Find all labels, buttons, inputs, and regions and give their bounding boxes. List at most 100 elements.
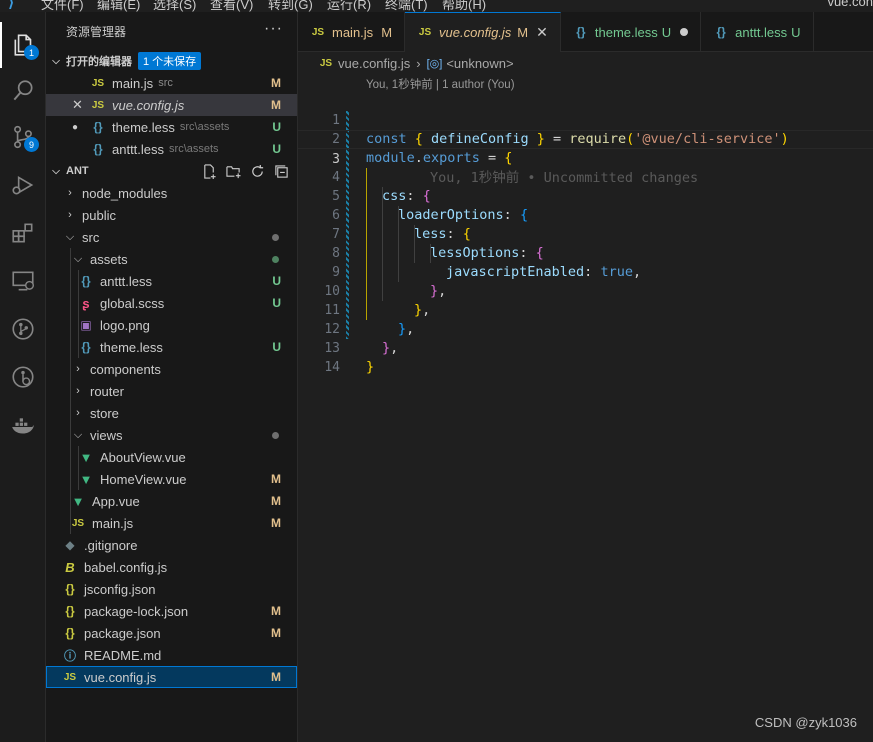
indent-guide [70,490,71,512]
project-header[interactable]: ⌵ ANT [46,160,297,182]
refresh-icon[interactable] [249,163,265,179]
tree-file-gitignore[interactable]: ◆ .gitignore [46,534,297,556]
close-icon[interactable]: ✕ [72,97,90,113]
tree-folder-views[interactable]: ⌵ views [46,424,297,446]
info-file-icon: ⓘ [63,648,76,663]
indent-guide [70,292,71,314]
tree-file-vue-config[interactable]: JS vue.config.js M [46,666,297,688]
source-control-activity[interactable]: 9 [0,114,46,160]
explorer-header: 资源管理器 ··· [46,12,297,50]
search-activity[interactable] [0,68,46,114]
tab-status: M [381,24,393,40]
less-file-icon: {} [93,120,103,134]
menu-selection[interactable]: 选择(S) [153,0,196,12]
tab-anttt-less[interactable]: {} anttt.less U [701,12,814,52]
tree-file-anttt-less[interactable]: {} anttt.less U [46,270,297,292]
tree-folder-src[interactable]: ⌵ src [46,226,297,248]
tree-folder-store[interactable]: › store [46,402,297,424]
tree-file-app-vue[interactable]: ▼ App.vue M [46,490,297,512]
unsaved-dot-icon[interactable] [680,28,689,36]
run-debug-activity[interactable] [0,162,46,208]
codelens-authors[interactable]: You, 1秒钟前 | 1 author (You) [366,76,515,92]
code-line-4: 4 css: { [298,149,873,204]
menu-go[interactable]: 转到(G) [268,0,313,12]
new-folder-icon[interactable] [225,163,241,179]
open-editor-anttt-less[interactable]: {} anttt.less src\assets U [46,138,297,160]
indent-guide [70,424,71,446]
open-editor-vue-config[interactable]: ✕ JS vue.config.js M [46,94,297,116]
open-editor-path: src\assets [169,143,219,155]
tab-theme-less[interactable]: {} theme.less U [561,12,702,52]
tree-item-label: package.json [84,625,161,641]
git-status-modified: M [271,604,281,618]
chevron-right-icon: › [68,187,72,199]
tree-file-package-lock[interactable]: {} package-lock.json M [46,600,297,622]
tree-item-label: src [82,229,100,245]
open-editor-main-js[interactable]: JS main.js src M [46,72,297,94]
tree-folder-public[interactable]: › public [46,204,297,226]
new-file-icon[interactable] [201,163,217,179]
code-line-3: 3 You, 1秒钟前 • Uncommitted changes [298,130,873,186]
tab-label: anttt.less [735,24,788,40]
tree-folder-node-modules[interactable]: › node_modules [46,182,297,204]
menu-file[interactable]: 文件(F) [41,0,84,12]
indent-guide [78,446,79,468]
code-line-8: 8 javascriptEnabled: true, [298,225,873,280]
tree-file-readme[interactable]: ⓘ README.md [46,644,297,666]
javascript-file-icon: JS [91,99,105,111]
indent-guide [78,292,79,314]
remote-explorer-activity[interactable] [0,258,46,304]
menu-edit[interactable]: 编辑(E) [97,0,140,12]
git-status-modified: M [271,626,281,640]
explorer-activity[interactable]: 1 [0,22,46,68]
collapse-all-icon[interactable] [273,163,289,179]
tree-folder-assets[interactable]: ⌵ assets [46,248,297,270]
code-line-6: 6 less: { [298,187,873,242]
explorer-sidebar: 资源管理器 ··· ⌵ 打开的编辑器 1 个未保存 JS main.js src… [46,12,298,742]
open-editor-name: vue.config.js [112,97,185,113]
tree-item-label: theme.less [100,339,163,355]
menu-help[interactable]: 帮助(H) [442,0,486,12]
tree-file-aboutview[interactable]: ▼ AboutView.vue [46,446,297,468]
code-editor[interactable]: 1 const { defineConfig } = require('@vue… [298,92,873,375]
tree-file-main-js[interactable]: JS main.js M [46,512,297,534]
gitlens-activity[interactable] [0,354,46,400]
breadcrumb-file[interactable]: vue.config.js [338,56,410,71]
tree-file-babel-config[interactable]: B babel.config.js [46,556,297,578]
menu-terminal[interactable]: 终端(T) [385,0,428,12]
docker-icon [12,418,34,434]
extensions-activity[interactable] [0,210,46,256]
project-label: ANT [66,165,89,177]
breadcrumb-symbol[interactable]: <unknown> [446,56,513,71]
menu-view[interactable]: 查看(V) [210,0,253,12]
tab-vue-config-js[interactable]: JS vue.config.js M ✕ [405,12,561,52]
tree-file-logo-png[interactable]: ▣ logo.png [46,314,297,336]
less-file-icon: {} [93,142,103,156]
tree-folder-components[interactable]: › components [46,358,297,380]
git-graph-activity[interactable] [0,306,46,352]
tree-file-package-json[interactable]: {} package.json M [46,622,297,644]
tree-folder-router[interactable]: › router [46,380,297,402]
docker-activity[interactable] [0,404,46,450]
close-icon[interactable]: ✕ [536,24,548,41]
tree-file-homeview[interactable]: ▼ HomeView.vue M [46,468,297,490]
tree-file-theme-less[interactable]: {} theme.less U [46,336,297,358]
breadcrumb: JS vue.config.js › [◎] <unknown> [298,52,873,74]
more-actions-icon[interactable]: ··· [264,20,283,38]
javascript-file-icon: JS [319,57,333,69]
indent-guide [70,248,71,270]
tree-file-global-scss[interactable]: ʂ global.scss U [46,292,297,314]
tree-item-label: views [90,427,123,443]
tree-item-label: README.md [84,647,162,663]
tab-main-js[interactable]: JS main.js M [298,12,406,52]
json-file-icon: {} [65,582,75,596]
tree-file-jsconfig[interactable]: {} jsconfig.json [46,578,297,600]
git-graph-icon [12,318,34,340]
open-editor-theme-less[interactable]: ● {} theme.less src\assets U [46,116,297,138]
explorer-badge: 1 [24,45,39,60]
code-line-10: 10 }, [298,263,873,318]
menu-run[interactable]: 运行(R) [327,0,371,12]
open-editors-header[interactable]: ⌵ 打开的编辑器 1 个未保存 [46,50,297,72]
tree-item-label: jsconfig.json [84,581,156,597]
tree-item-label: logo.png [100,317,150,333]
